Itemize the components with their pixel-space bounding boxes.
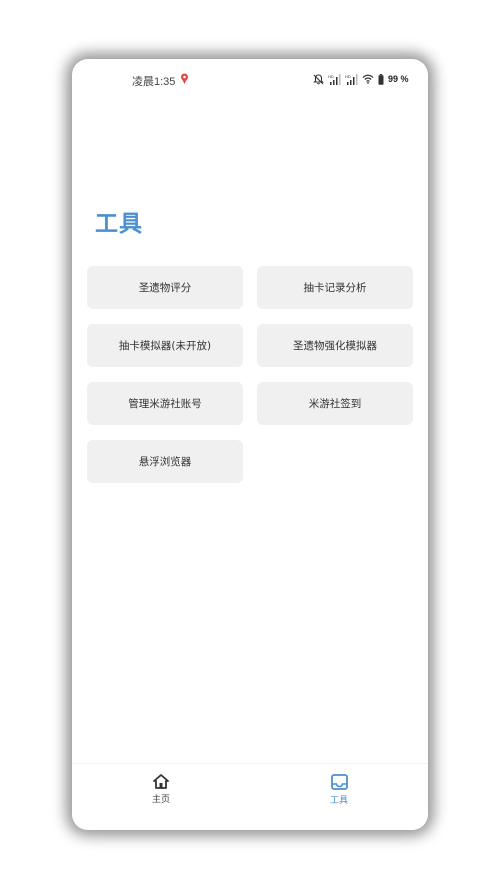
nav-item-home[interactable]: 主页 <box>131 774 191 814</box>
tray-icon <box>330 774 348 790</box>
signal-hd-icon: HD <box>345 73 358 85</box>
phone-screen: 凌晨1:35 HD HD 99 % 工具 圣遗物评分 抽卡记录分析 抽卡模拟器(… <box>72 59 428 830</box>
button-label: 悬浮浏览器 <box>138 456 192 468</box>
status-icons: HD HD 99 % <box>313 72 409 86</box>
battery-icon <box>378 73 384 85</box>
page-title: 工具 <box>95 211 143 237</box>
button-label: 米游社签到 <box>308 398 362 410</box>
miyoushe-sign-in-button[interactable]: 米游社签到 <box>257 382 413 425</box>
artifact-enhance-simulator-button[interactable]: 圣遗物强化模拟器 <box>257 324 413 367</box>
home-icon <box>153 774 169 789</box>
svg-text:HD: HD <box>328 74 334 79</box>
battery-percent: 99 % <box>388 74 409 84</box>
status-bar: 凌晨1:35 HD HD 99 % <box>72 59 428 99</box>
button-label: 管理米游社账号 <box>128 398 202 410</box>
location-pin-icon <box>181 73 188 84</box>
nav-item-tools[interactable]: 工具 <box>309 774 369 814</box>
floating-browser-button[interactable]: 悬浮浏览器 <box>87 440 243 483</box>
gacha-record-analysis-button[interactable]: 抽卡记录分析 <box>257 266 413 309</box>
signal-hd-icon: HD <box>328 73 341 85</box>
status-time: 凌晨1:35 <box>132 76 176 88</box>
nav-label-home: 主页 <box>151 795 170 805</box>
button-label: 圣遗物强化模拟器 <box>293 340 377 352</box>
gacha-simulator-button[interactable]: 抽卡模拟器(未开放) <box>87 324 243 367</box>
wifi-icon <box>362 74 374 84</box>
nav-label-tools: 工具 <box>329 796 348 806</box>
button-label: 抽卡模拟器(未开放) <box>118 340 212 352</box>
button-label: 抽卡记录分析 <box>303 282 367 294</box>
button-label: 圣遗物评分 <box>138 282 192 294</box>
artifact-rating-button[interactable]: 圣遗物评分 <box>87 266 243 309</box>
svg-text:HD: HD <box>345 74 351 79</box>
manage-miyoushe-account-button[interactable]: 管理米游社账号 <box>87 382 243 425</box>
bottom-nav: 主页 工具 <box>72 763 428 830</box>
notifications-off-icon <box>313 73 324 84</box>
